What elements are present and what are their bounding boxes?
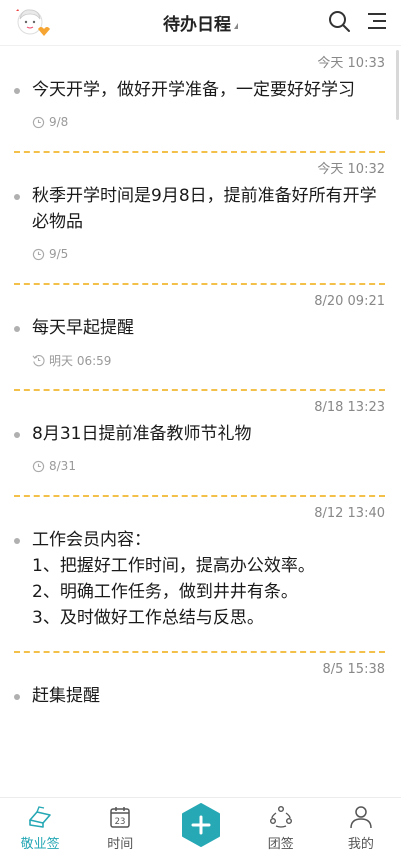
list-item[interactable]: 8/5 15:38 赶集提醒 <box>0 653 401 709</box>
scrollbar[interactable] <box>396 50 399 120</box>
note-icon <box>29 806 51 828</box>
dropdown-caret-icon <box>234 23 238 29</box>
bullet-dot <box>14 432 20 438</box>
nav-label: 团签 <box>267 837 294 852</box>
menu-icon[interactable] <box>365 9 389 33</box>
item-text: 秋季开学时间是9月8日，提前准备好所有开学必物品 <box>32 186 377 232</box>
item-reminder: 8/31 <box>32 457 385 475</box>
search-icon[interactable] <box>327 9 351 33</box>
item-timestamp: 8/5 15:38 <box>322 662 385 677</box>
calendar-icon: 23 <box>110 807 131 828</box>
item-timestamp: 8/20 09:21 <box>314 294 385 309</box>
team-icon <box>269 806 292 828</box>
item-text: 工作会员内容： 1、把握好工作时间，提高办公效率。 2、明确工作任务，做到井井有… <box>32 530 315 628</box>
user-icon <box>350 806 372 829</box>
item-text: 8月31日提前准备教师节礼物 <box>32 424 252 444</box>
bullet-dot <box>14 88 20 94</box>
item-reminder: 9/8 <box>32 113 385 131</box>
clock-icon <box>32 116 45 128</box>
item-timestamp: 今天 10:32 <box>317 162 385 177</box>
list-item[interactable]: 今天 10:32 秋季开学时间是9月8日，提前准备好所有开学必物品 9/5 <box>0 153 401 285</box>
item-text: 今天开学，做好开学准备，一定要好好学习 <box>32 80 355 100</box>
add-button[interactable] <box>160 798 240 858</box>
page-title-text: 待办日程 <box>163 15 231 35</box>
app-header: 待办日程 <box>0 0 401 46</box>
list-item[interactable]: 8/20 09:21 每天早起提醒 明天 06:59 <box>0 285 401 391</box>
item-reminder: 明天 06:59 <box>32 351 385 369</box>
nav-label: 时间 <box>107 837 134 852</box>
repeat-clock-icon <box>32 354 45 366</box>
nav-item-note[interactable]: 敬业签 <box>0 798 80 858</box>
list-item[interactable]: 今天 10:33 今天开学，做好开学准备，一定要好好学习 9/8 <box>0 47 401 153</box>
bullet-dot <box>14 194 20 200</box>
item-text: 赶集提醒 <box>32 686 100 706</box>
reminder-date: 8/31 <box>49 459 76 473</box>
clock-icon <box>32 248 45 260</box>
item-timestamp: 8/12 13:40 <box>314 506 385 521</box>
bullet-dot <box>14 326 20 332</box>
reminder-date: 明天 06:59 <box>49 353 112 368</box>
item-timestamp: 8/18 13:23 <box>314 400 385 415</box>
clock-icon <box>32 460 45 472</box>
item-reminder: 9/5 <box>32 245 385 263</box>
nav-label: 我的 <box>347 837 374 852</box>
todo-list[interactable]: 今天 10:33 今天开学，做好开学准备，一定要好好学习 9/8 今天 10:3… <box>0 47 401 797</box>
nav-label: 敬业签 <box>20 837 60 852</box>
bullet-dot <box>14 694 20 700</box>
reminder-date: 9/5 <box>49 247 69 261</box>
nav-item-time[interactable]: 23 时间 <box>80 798 160 858</box>
reminder-date: 9/8 <box>49 115 69 129</box>
bottom-nav: 敬业签 23 时间 团签 我的 <box>0 797 401 858</box>
item-timestamp: 今天 10:33 <box>317 56 385 71</box>
add-icon <box>181 803 220 847</box>
nav-item-mine[interactable]: 我的 <box>321 798 401 858</box>
list-item[interactable]: 8/12 13:40 工作会员内容： 1、把握好工作时间，提高办公效率。 2、明… <box>0 497 401 653</box>
item-text: 每天早起提醒 <box>32 318 134 338</box>
nav-item-team[interactable]: 团签 <box>241 798 321 858</box>
bullet-dot <box>14 538 20 544</box>
calendar-day: 23 <box>115 817 126 827</box>
list-item[interactable]: 8/18 13:23 8月31日提前准备教师节礼物 8/31 <box>0 391 401 497</box>
